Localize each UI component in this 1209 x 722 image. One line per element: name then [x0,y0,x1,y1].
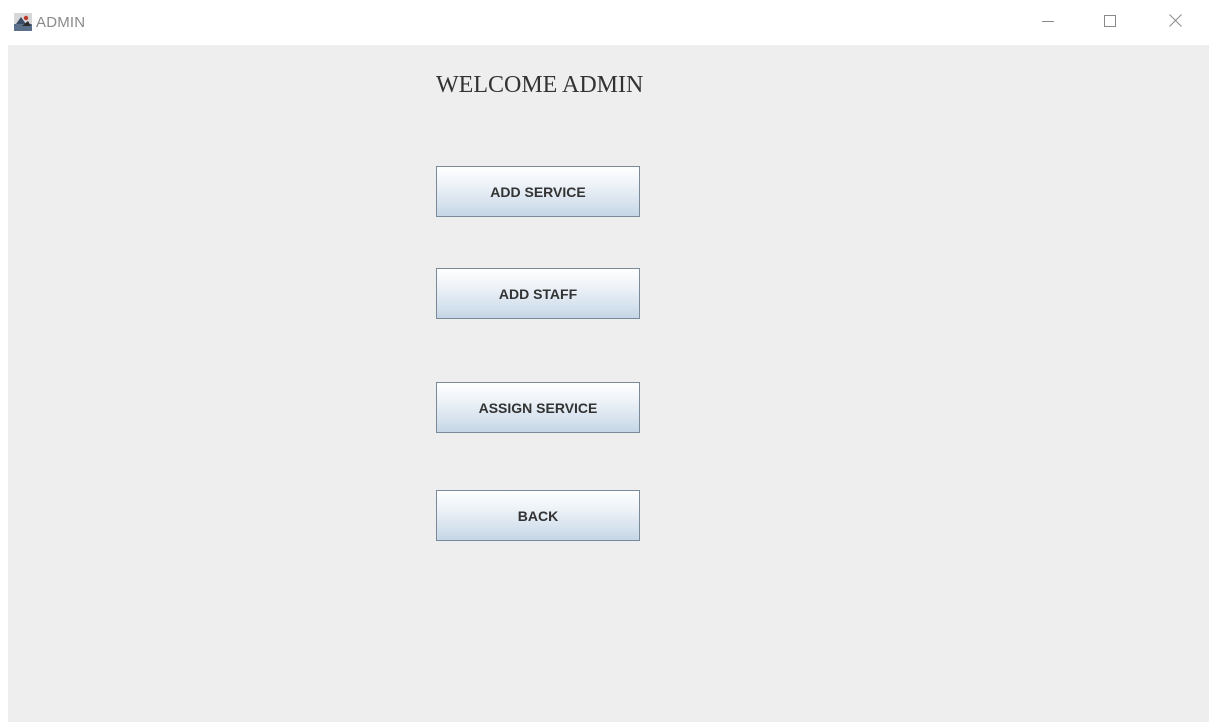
minimize-button[interactable] [1025,0,1071,45]
app-icon [14,13,32,31]
add-service-button[interactable]: ADD SERVICE [436,166,640,217]
add-staff-button[interactable]: ADD STAFF [436,268,640,319]
maximize-icon [1104,14,1116,32]
minimize-icon [1042,14,1054,32]
close-icon [1168,13,1182,32]
assign-service-button[interactable]: ASSIGN SERVICE [436,382,640,433]
title-bar[interactable]: ADMIN [0,0,1209,45]
admin-window: ADMIN WELCOME ADMIN ADD SERVICE ADD STAF… [0,0,1209,722]
window-left-border [0,45,8,722]
close-button[interactable] [1152,0,1198,45]
content-panel: WELCOME ADMIN ADD SERVICE ADD STAFF ASSI… [8,45,1209,722]
maximize-button[interactable] [1087,0,1133,45]
back-button[interactable]: BACK [436,490,640,541]
welcome-heading: WELCOME ADMIN [436,72,644,98]
window-title: ADMIN [36,14,86,31]
